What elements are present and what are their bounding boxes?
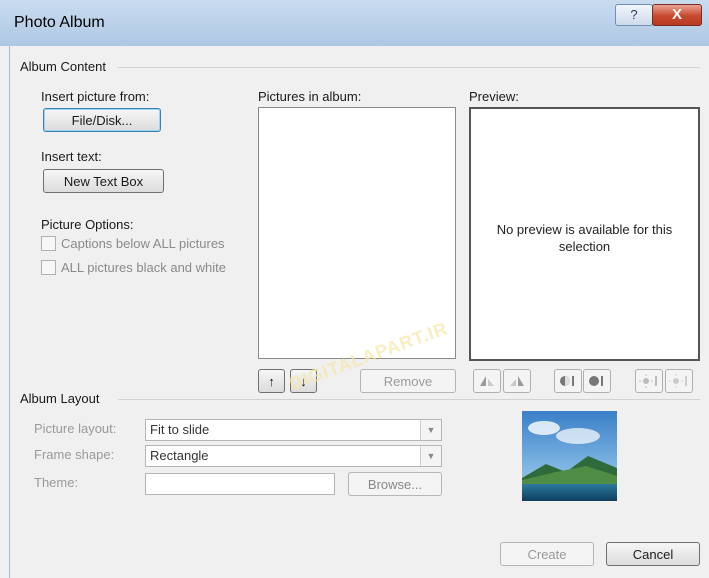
frame-shape-label: Frame shape: bbox=[34, 447, 115, 462]
help-button[interactable]: ? bbox=[615, 4, 653, 26]
picture-layout-value: Fit to slide bbox=[150, 422, 210, 437]
file-disk-button[interactable]: File/Disk... bbox=[43, 108, 161, 132]
insert-text-label: Insert text: bbox=[41, 149, 102, 164]
captions-checkbox[interactable]: Captions below ALL pictures bbox=[41, 236, 225, 251]
dialog-client-area: Album Content Insert picture from: File/… bbox=[9, 46, 701, 578]
album-content-group-label: Album Content bbox=[20, 59, 110, 74]
create-button[interactable]: Create bbox=[500, 542, 594, 566]
black-white-checkbox-box[interactable] bbox=[41, 260, 56, 275]
picture-options-label: Picture Options: bbox=[41, 217, 134, 232]
layout-preview-thumbnail bbox=[516, 406, 623, 506]
browse-button[interactable]: Browse... bbox=[348, 472, 442, 496]
title-bar: Photo Album ? X bbox=[0, 0, 709, 46]
insert-picture-label: Insert picture from: bbox=[41, 89, 150, 104]
pictures-in-album-label: Pictures in album: bbox=[258, 89, 362, 104]
remove-button[interactable]: Remove bbox=[360, 369, 456, 393]
album-layout-divider bbox=[118, 399, 700, 400]
picture-layout-label: Picture layout: bbox=[34, 421, 117, 436]
captions-checkbox-label: Captions below ALL pictures bbox=[61, 236, 225, 251]
preview-label: Preview: bbox=[469, 89, 519, 104]
album-content-divider bbox=[118, 67, 700, 68]
decrease-contrast-icon[interactable] bbox=[583, 369, 611, 393]
decrease-brightness-icon[interactable] bbox=[665, 369, 693, 393]
frame-shape-chevron-down-icon[interactable]: ▼ bbox=[420, 446, 441, 466]
preview-pane: No preview is available for this selecti… bbox=[469, 107, 700, 361]
move-up-button[interactable]: ↑ bbox=[258, 369, 285, 393]
theme-label: Theme: bbox=[34, 475, 79, 490]
dialog-title: Photo Album bbox=[14, 14, 105, 31]
pictures-in-album-list[interactable] bbox=[258, 107, 456, 359]
rotate-right-icon[interactable] bbox=[503, 369, 531, 393]
close-button[interactable]: X bbox=[652, 4, 702, 26]
captions-checkbox-box[interactable] bbox=[41, 236, 56, 251]
new-text-box-button[interactable]: New Text Box bbox=[43, 169, 164, 193]
frame-shape-select[interactable]: Rectangle ▼ bbox=[145, 445, 442, 467]
black-white-checkbox[interactable]: ALL pictures black and white bbox=[41, 260, 226, 275]
picture-layout-chevron-down-icon[interactable]: ▼ bbox=[420, 420, 441, 440]
photo-album-dialog: Photo Album ? X Album Content Insert pic… bbox=[0, 0, 709, 578]
black-white-checkbox-label: ALL pictures black and white bbox=[61, 260, 227, 275]
preview-message: No preview is available for this selecti… bbox=[496, 222, 673, 254]
picture-layout-select[interactable]: Fit to slide ▼ bbox=[145, 419, 442, 441]
frame-shape-value: Rectangle bbox=[150, 448, 209, 463]
rotate-left-icon[interactable] bbox=[473, 369, 501, 393]
album-layout-group-label: Album Layout bbox=[20, 391, 104, 406]
increase-brightness-icon[interactable] bbox=[635, 369, 663, 393]
cancel-button[interactable]: Cancel bbox=[606, 542, 700, 566]
increase-contrast-icon[interactable] bbox=[554, 369, 582, 393]
theme-input[interactable] bbox=[145, 473, 335, 495]
